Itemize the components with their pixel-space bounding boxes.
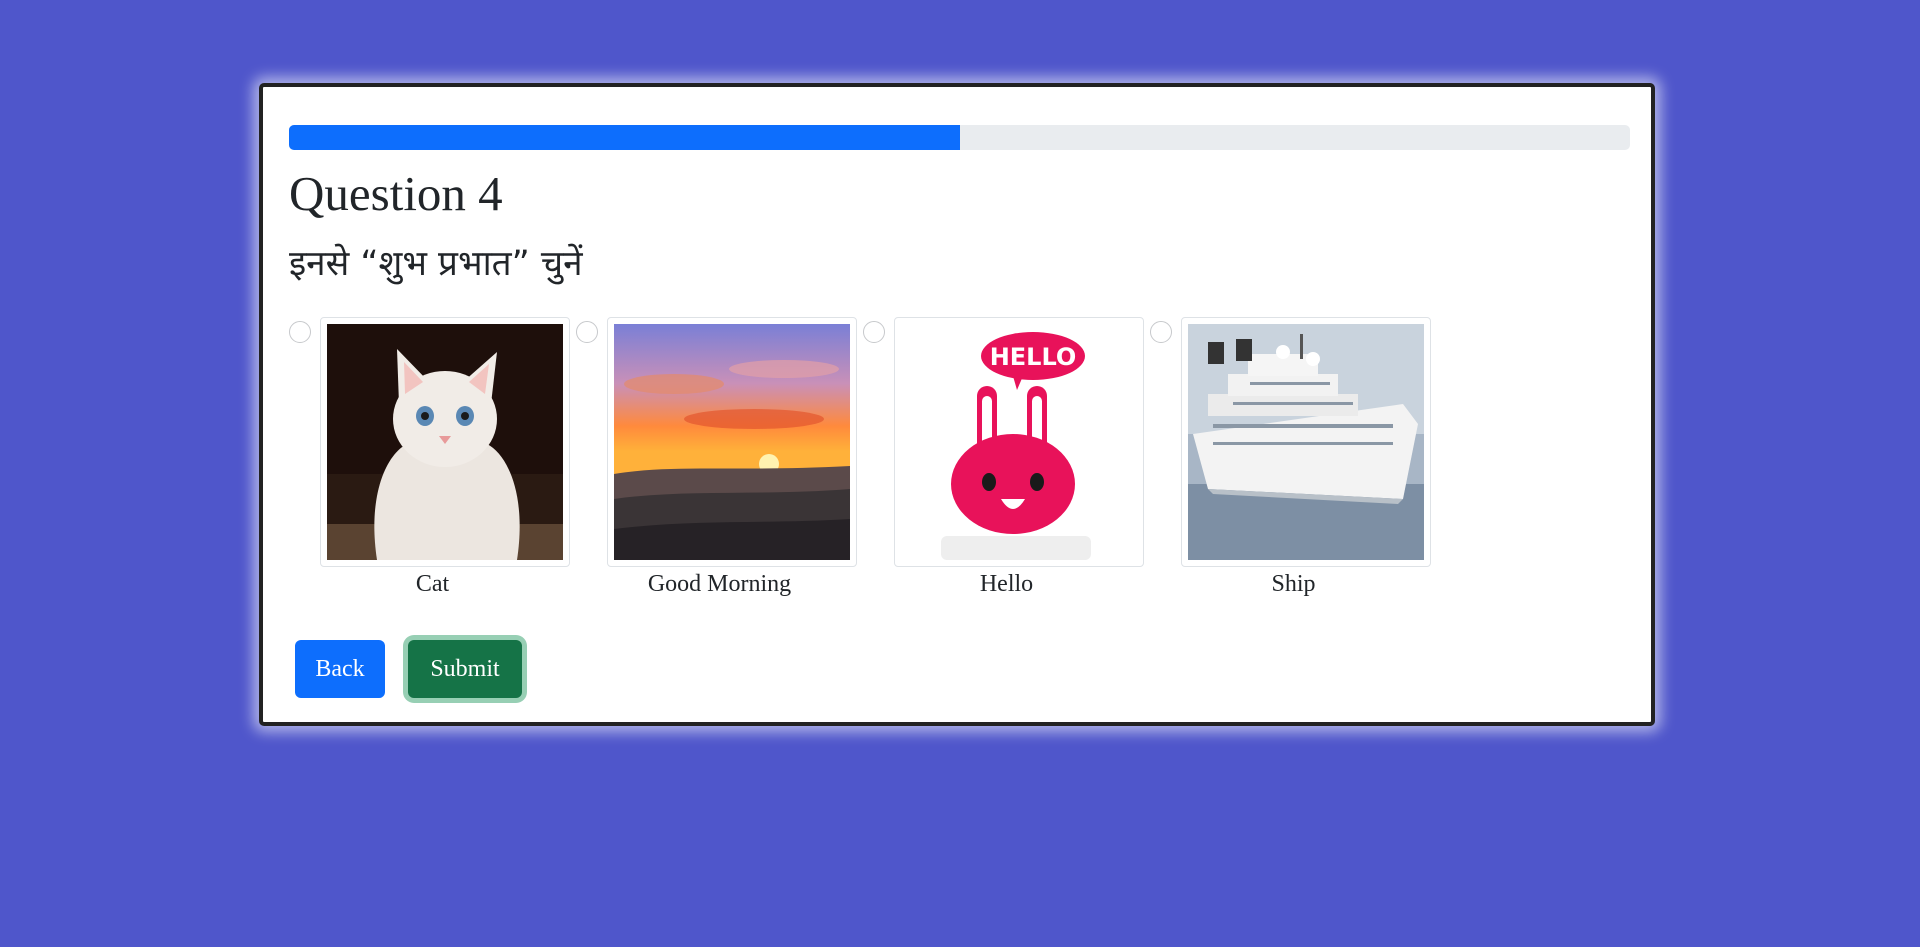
option-cat-radio[interactable]: [289, 321, 311, 343]
option-hello[interactable]: HELLO Hello: [863, 317, 1150, 607]
option-hello-label[interactable]: Hello: [863, 571, 1150, 598]
sunrise-image[interactable]: [607, 317, 857, 567]
option-hello-radio[interactable]: [863, 321, 885, 343]
option-good-morning-radio[interactable]: [576, 321, 598, 343]
option-cat[interactable]: Cat: [289, 317, 576, 607]
hello-bunny-illustration: HELLO: [901, 324, 1137, 560]
back-button[interactable]: Back: [295, 640, 385, 698]
option-ship-label[interactable]: Ship: [1150, 571, 1437, 598]
option-ship-radio[interactable]: [1150, 321, 1172, 343]
question-prompt: इनसे “शुभ प्रभात” चुनें: [289, 244, 583, 284]
option-ship[interactable]: Ship: [1150, 317, 1437, 607]
quiz-card: Question 4 इनसे “शुभ प्रभात” चुनें Cat G…: [259, 83, 1655, 726]
hello-bunny-image[interactable]: HELLO: [894, 317, 1144, 567]
cat-illustration: [327, 324, 563, 560]
cruise-ship-illustration: [1188, 324, 1424, 560]
sunrise-illustration: [614, 324, 850, 560]
submit-button[interactable]: Submit: [408, 640, 522, 698]
svg-text:HELLO: HELLO: [990, 343, 1077, 371]
cruise-ship-image[interactable]: [1181, 317, 1431, 567]
option-cat-label[interactable]: Cat: [289, 571, 576, 598]
option-good-morning[interactable]: Good Morning: [576, 317, 863, 607]
option-good-morning-label[interactable]: Good Morning: [576, 571, 863, 598]
question-title: Question 4: [289, 166, 503, 221]
progress-bar-fill: [289, 125, 960, 150]
cat-image[interactable]: [320, 317, 570, 567]
progress-bar: [289, 125, 1630, 150]
